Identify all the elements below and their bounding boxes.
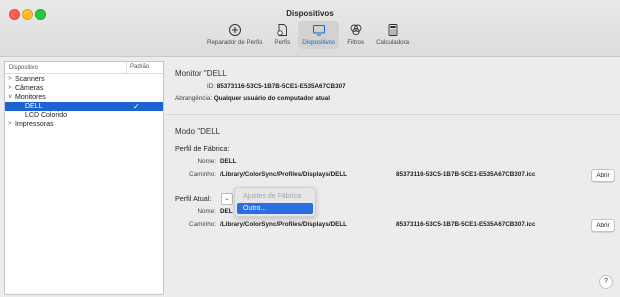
open-current-profile-button[interactable]: Abrir [591,219,615,232]
factory-file-value: 85373116-53C5-1B7B-5CE1-E535A67CB307.icc [396,171,536,178]
default-checkmark-icon: ✓ [133,102,140,111]
device-tree: > Scanners > Câmeras ∨ Monitores DELL ✓ … [5,74,163,129]
current-file-value: 85373116-53C5-1B7B-5CE1-E535A67CB307.icc [396,221,536,228]
tree-item-label: DELL [25,103,43,110]
tree-item-label: Câmeras [15,85,44,92]
tree-item-printers[interactable]: > Impressoras [5,120,163,129]
factory-name-label: Nome: [197,158,216,165]
device-list-header: Dispositivo Padrão [5,62,163,74]
scope-label: Abrangência: [175,95,213,102]
filters-icon [350,24,362,36]
divider [166,114,620,115]
factory-path-value: /Library/ColorSync/Profiles/Displays/DEL… [220,171,348,178]
current-path-label: Caminho: [189,221,216,228]
colorsync-window: Dispositivos Reparador de Perfis Perfis … [0,0,620,297]
toolbar-label: Dispositivos [302,39,336,46]
toolbar-devices[interactable]: Dispositivos [298,21,340,49]
window-title: Dispositivos [286,9,334,18]
device-list: Dispositivo Padrão > Scanners > Câmeras … [4,61,164,295]
tree-item-label: Monitores [15,94,46,101]
title-bar: Dispositivos Reparador de Perfis Perfis … [0,0,620,57]
mode-title: Modo "DELL [175,127,221,136]
scope-value: Qualquer usuário do computador atual [213,95,331,102]
menu-item-other[interactable]: Outro... [237,203,313,214]
toolbar-profile-repair[interactable]: Reparador de Perfis [203,21,266,49]
column-header-device[interactable]: Dispositivo [5,65,126,71]
toolbar-filters[interactable]: Filtros [343,21,368,49]
disclosure-arrow-icon[interactable]: > [8,75,15,84]
toolbar-label: Calculadora [376,39,410,46]
help-button[interactable]: ? [599,275,613,289]
current-name-value: DEL [220,208,233,215]
factory-path-label: Caminho: [189,171,216,178]
tree-item-label: Impressoras [15,121,54,128]
profile-doc-icon [277,24,288,36]
tree-item-label: Scanners [15,76,45,83]
current-profile-popup-button[interactable]: ⌄ [221,193,233,205]
monitor-icon [312,25,325,36]
tree-item-dell[interactable]: DELL ✓ [5,102,163,111]
toolbar-label: Perfis [274,39,291,46]
factory-profile-heading: Perfil de Fábrica: [175,144,230,153]
disclosure-arrow-icon[interactable]: ∨ [8,93,15,102]
scope-row: Abrangência: Qualquer usuário do computa… [175,95,330,102]
disclosure-arrow-icon[interactable]: > [8,120,15,129]
tree-item-cameras[interactable]: > Câmeras [5,84,163,93]
factory-name-value: DELL [220,158,237,165]
tree-item-lcd-color[interactable]: LCD Colorido [5,111,163,120]
toolbar-profiles[interactable]: Perfis [270,21,294,49]
column-header-default[interactable]: Padrão [126,62,149,73]
current-profile-heading: Perfil Atual: [175,194,212,203]
id-value: 85373116-53C5-1B7B-5CE1-E535A67CB307 [216,83,346,90]
device-details: Monitor "DELL ID: 85373116-53C5-1B7B-5CE… [166,61,620,297]
disclosure-arrow-icon[interactable]: > [8,84,15,93]
id-label: ID: [207,83,216,90]
toolbar: Reparador de Perfis Perfis Dispositivos … [203,21,413,53]
tree-item-scanners[interactable]: > Scanners [5,75,163,84]
toolbar-calculator[interactable]: Calculadora [372,21,413,49]
plus-circle-icon [228,24,241,36]
menu-item-factory-defaults: Ajustes de Fábrica [243,193,301,200]
id-row: ID: 85373116-53C5-1B7B-5CE1-E535A67CB307 [207,83,346,90]
tree-item-label: LCD Colorido [25,112,68,119]
toolbar-label: Filtros [347,39,365,46]
monitor-title: Monitor "DELL [175,69,227,78]
calculator-icon [388,24,398,36]
current-path-value: /Library/ColorSync/Profiles/Displays/DEL… [220,221,348,228]
toolbar-label: Reparador de Perfis [207,39,263,46]
profile-popup-menu: Ajustes de Fábrica Outro... [234,187,316,217]
current-name-label: Nome: [197,208,216,215]
tree-item-monitors[interactable]: ∨ Monitores [5,93,163,102]
open-factory-profile-button[interactable]: Abrir [591,169,615,182]
